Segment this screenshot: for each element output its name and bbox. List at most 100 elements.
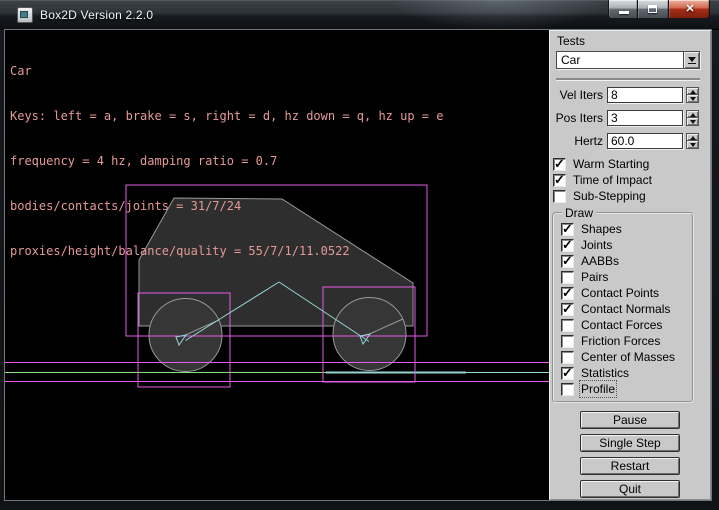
checkbox-label: Friction Forces — [581, 334, 660, 348]
tests-dropdown[interactable]: Car — [556, 51, 700, 69]
checkbox-warm-starting[interactable]: ✓ Warm Starting — [553, 156, 711, 172]
window-controls: ✕ — [608, 0, 710, 19]
checkbox-label: Profile — [581, 382, 615, 396]
minimize-button[interactable] — [608, 0, 638, 19]
checkbox-time-of-impact[interactable]: ✓ Time of Impact — [553, 172, 711, 188]
triangle-down-icon — [690, 143, 696, 147]
checkbox-label: Center of Masses — [581, 350, 675, 364]
triangle-up-icon — [690, 113, 696, 117]
checkbox-aabbs[interactable]: ✓ AABBs — [561, 253, 692, 269]
control-panel: Tests Car Vel Iters Pos Iters — [549, 30, 711, 500]
hertz-spin-up-button[interactable] — [686, 133, 699, 141]
checkbox-box: ✓ — [561, 367, 574, 380]
checkmark-icon: ✓ — [554, 156, 565, 171]
triangle-up-icon — [690, 90, 696, 94]
vel-iters-spinner — [686, 87, 699, 103]
checkbox-center-of-masses[interactable]: Center of Masses — [561, 349, 692, 365]
stats-line-proxies: proxies/height/balance/quality = 55/7/1/… — [10, 244, 443, 259]
pos-iters-spin-down-button[interactable] — [686, 118, 699, 126]
vel-iters-row: Vel Iters — [551, 87, 711, 103]
stats-line-keys: Keys: left = a, brake = s, right = d, hz… — [10, 109, 443, 124]
checkbox-box — [561, 319, 574, 332]
checkbox-label: Contact Forces — [581, 318, 662, 332]
checkbox-statistics[interactable]: ✓ Statistics — [561, 365, 692, 381]
single-step-button[interactable]: Single Step — [580, 434, 680, 452]
checkbox-profile[interactable]: Profile — [561, 381, 692, 397]
checkmark-icon: ✓ — [562, 237, 573, 252]
checkbox-box — [561, 383, 574, 396]
maximize-icon — [648, 5, 657, 13]
stats-line-frequency: frequency = 4 hz, damping ratio = 0.7 — [10, 154, 443, 169]
button-column: Pause Single Step Restart Quit — [549, 411, 711, 500]
checkbox-box — [561, 335, 574, 348]
checkbox-label: Contact Normals — [581, 302, 670, 316]
draw-group: Draw ✓ Shapes ✓ Joints ✓ AABBs Pairs — [552, 206, 694, 403]
dropdown-arrow-button[interactable] — [683, 52, 699, 68]
checkmark-icon: ✓ — [562, 365, 573, 380]
checkbox-sub-stepping[interactable]: Sub-Stepping — [553, 188, 711, 204]
checkbox-shapes[interactable]: ✓ Shapes — [561, 221, 692, 237]
vel-iters-spin-up-button[interactable] — [686, 87, 699, 95]
hertz-input[interactable] — [607, 133, 683, 149]
draw-group-label: Draw — [562, 206, 596, 220]
close-button[interactable]: ✕ — [668, 0, 710, 19]
pos-iters-input[interactable] — [607, 110, 683, 126]
tests-label: Tests — [557, 34, 711, 48]
checkmark-icon: ✓ — [554, 172, 565, 187]
restart-button[interactable]: Restart — [580, 457, 680, 475]
app-window: Box2D Version 2.2.0 ✕ — [0, 0, 719, 510]
chevron-down-icon — [688, 57, 696, 62]
quit-button[interactable]: Quit — [580, 480, 680, 498]
checkbox-label: Contact Points — [581, 286, 659, 300]
checkbox-box: ✓ — [553, 174, 566, 187]
checkbox-joints[interactable]: ✓ Joints — [561, 237, 692, 253]
checkbox-box: ✓ — [561, 255, 574, 268]
minimize-icon — [619, 11, 629, 14]
checkmark-icon: ✓ — [562, 221, 573, 236]
pos-iters-label: Pos Iters — [551, 111, 603, 125]
pos-iters-spinner — [686, 110, 699, 126]
pos-iters-spin-up-button[interactable] — [686, 110, 699, 118]
checkbox-box: ✓ — [561, 239, 574, 252]
stats-line-bodies: bodies/contacts/joints = 31/7/24 — [10, 199, 443, 214]
titlebar[interactable]: Box2D Version 2.2.0 ✕ — [0, 0, 719, 30]
client-area: Car Keys: left = a, brake = s, right = d… — [5, 30, 711, 500]
checkbox-box: ✓ — [561, 303, 574, 316]
window-icon[interactable] — [17, 7, 33, 23]
checkbox-label: Sub-Stepping — [573, 189, 646, 203]
vel-iters-input[interactable] — [607, 87, 683, 103]
pos-iters-row: Pos Iters — [551, 110, 711, 126]
checkbox-contact-normals[interactable]: ✓ Contact Normals — [561, 301, 692, 317]
checkbox-pairs[interactable]: Pairs — [561, 269, 692, 285]
triangle-down-icon — [690, 97, 696, 101]
maximize-button[interactable] — [638, 0, 668, 19]
vel-iters-spin-down-button[interactable] — [686, 95, 699, 103]
checkbox-box — [561, 271, 574, 284]
checkbox-box: ✓ — [561, 287, 574, 300]
checkmark-icon: ✓ — [562, 301, 573, 316]
simulation-canvas[interactable]: Car Keys: left = a, brake = s, right = d… — [5, 30, 549, 500]
checkbox-label: Warm Starting — [573, 157, 649, 171]
checkbox-label: Shapes — [581, 222, 622, 236]
checkbox-contact-points[interactable]: ✓ Contact Points — [561, 285, 692, 301]
window-title: Box2D Version 2.2.0 — [40, 8, 153, 22]
hertz-label: Hertz — [551, 134, 603, 148]
debug-stats-text: Car Keys: left = a, brake = s, right = d… — [10, 34, 443, 289]
checkbox-box: ✓ — [553, 158, 566, 171]
vel-iters-label: Vel Iters — [551, 88, 603, 102]
window-icon-art — [20, 11, 28, 18]
tests-dropdown-value: Car — [561, 53, 580, 68]
checkbox-label: AABBs — [581, 254, 619, 268]
stats-line-title: Car — [10, 64, 443, 79]
checkmark-icon: ✓ — [562, 285, 573, 300]
checkbox-friction-forces[interactable]: Friction Forces — [561, 333, 692, 349]
checkbox-label: Joints — [581, 238, 612, 252]
pause-button[interactable]: Pause — [580, 411, 680, 429]
chevron-underline-icon — [688, 63, 696, 64]
hertz-spinner — [686, 133, 699, 149]
checkbox-contact-forces[interactable]: Contact Forces — [561, 317, 692, 333]
checkbox-box — [561, 351, 574, 364]
hertz-spin-down-button[interactable] — [686, 141, 699, 149]
checkmark-icon: ✓ — [562, 253, 573, 268]
checkbox-label: Statistics — [581, 366, 629, 380]
